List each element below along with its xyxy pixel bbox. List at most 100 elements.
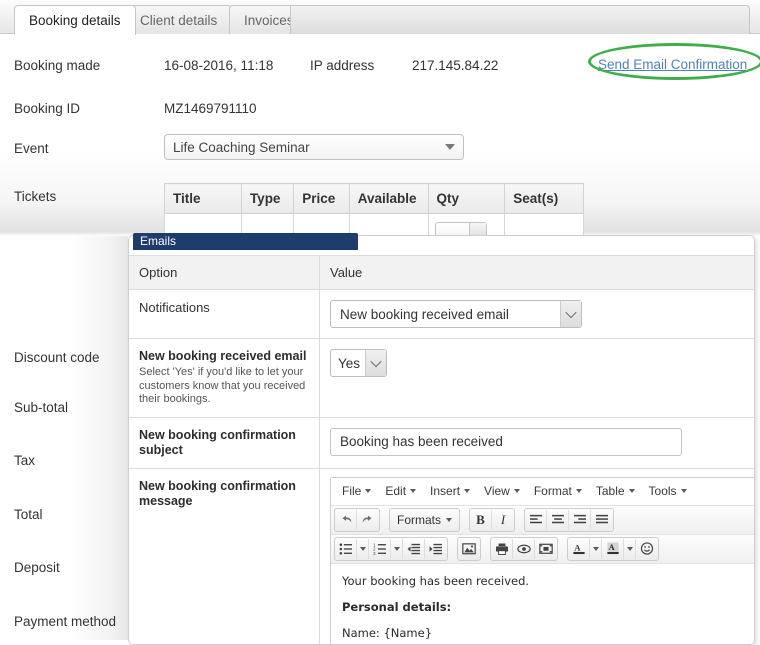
preview-eye-icon[interactable]	[513, 539, 535, 559]
chevron-down-icon	[627, 547, 633, 551]
menu-table[interactable]: Table	[589, 481, 642, 501]
background-color-icon[interactable]: A	[602, 539, 624, 559]
new-booking-received-email-value: Yes	[338, 356, 360, 371]
notifications-select-value: New booking received email	[340, 307, 509, 322]
tab-booking-details[interactable]: Booking details	[14, 5, 136, 35]
chevron-down-icon	[446, 518, 452, 522]
editor-line-name: Name: {Name}	[342, 625, 744, 642]
chevron-down-icon	[394, 547, 400, 551]
tab-label: Booking details	[29, 13, 121, 28]
chevron-down-icon	[445, 144, 455, 150]
chevron-down-icon	[593, 547, 599, 551]
chevron-down-icon[interactable]	[560, 301, 581, 327]
confirmation-subject-input[interactable]: Booking has been received	[330, 428, 682, 456]
menu-label: View	[484, 484, 510, 498]
column-header-type[interactable]: Type	[241, 184, 293, 214]
booking-made-label: Booking made	[14, 58, 100, 73]
svg-text:A: A	[574, 543, 581, 553]
option-label-confirmation-subject: New booking confirmation subject	[139, 428, 309, 458]
bullet-list-dropdown[interactable]	[357, 539, 369, 559]
redo-icon[interactable]	[357, 510, 379, 530]
editor-menubar: File Edit Insert	[331, 478, 755, 506]
option-label-confirmation-message: New booking confirmation message	[139, 479, 309, 509]
print-icon[interactable]	[491, 539, 513, 559]
menu-label: Insert	[430, 484, 460, 498]
column-header-price[interactable]: Price	[294, 184, 349, 214]
notifications-select[interactable]: New booking received email	[330, 300, 582, 328]
editor-line-intro: Your booking has been received.	[342, 573, 744, 590]
alignment-button-group	[524, 508, 614, 532]
column-header-title[interactable]: Title	[165, 184, 242, 214]
tab-label: Client details	[140, 13, 217, 28]
option-cell: Notifications	[129, 290, 320, 339]
event-select[interactable]: Life Coaching Seminar	[164, 134, 464, 160]
column-header-available[interactable]: Available	[349, 184, 428, 214]
chevron-down-icon	[360, 547, 366, 551]
editor-content-area[interactable]: Your booking has been received. Personal…	[331, 564, 755, 645]
formats-dropdown[interactable]: Formats	[390, 510, 459, 530]
menu-file[interactable]: File	[335, 481, 378, 501]
tickets-label: Tickets	[14, 189, 56, 204]
value-cell: Booking has been received	[320, 417, 756, 468]
background-color-dropdown[interactable]	[624, 539, 636, 559]
booking-made-value: 16-08-2016, 11:18	[164, 58, 273, 73]
numbered-list-dropdown[interactable]	[391, 539, 403, 559]
event-select-value: Life Coaching Seminar	[173, 140, 310, 155]
media-icon[interactable]	[535, 539, 557, 559]
outdent-icon[interactable]	[403, 539, 425, 559]
menu-insert[interactable]: Insert	[423, 481, 477, 501]
tab-strip-filler	[290, 5, 750, 34]
option-cell: New booking confirmation message	[129, 468, 320, 645]
align-right-icon[interactable]	[569, 510, 591, 530]
formats-label: Formats	[397, 513, 441, 527]
column-header-qty[interactable]: Qty	[428, 184, 505, 214]
value-cell: File Edit Insert	[320, 468, 756, 645]
send-email-confirmation-link[interactable]: Send Email Confirmation	[598, 57, 747, 72]
numbered-list-icon[interactable]: 123	[369, 539, 391, 559]
column-header-seats[interactable]: Seat(s)	[505, 184, 584, 214]
chevron-down-icon[interactable]	[365, 350, 386, 376]
align-left-icon[interactable]	[525, 510, 547, 530]
bold-button[interactable]: B	[470, 510, 492, 530]
emails-dialog-title: Emails	[133, 233, 358, 250]
option-cell: New booking received email Select 'Yes' …	[129, 339, 320, 418]
chevron-down-icon	[576, 489, 582, 493]
menu-edit[interactable]: Edit	[378, 481, 423, 501]
tab-client-details[interactable]: Client details	[125, 5, 232, 34]
align-justify-icon[interactable]	[591, 510, 613, 530]
options-header-row: Option Value	[129, 256, 755, 290]
undo-icon[interactable]	[335, 510, 357, 530]
sub-total-label: Sub-total	[14, 400, 68, 415]
indent-icon[interactable]	[425, 539, 447, 559]
text-color-icon[interactable]: A	[568, 539, 590, 559]
menu-view[interactable]: View	[477, 481, 527, 501]
text-color-dropdown[interactable]	[590, 539, 602, 559]
menu-label: Table	[596, 484, 625, 498]
bullet-list-icon[interactable]	[335, 539, 357, 559]
confirmation-subject-value: Booking has been received	[340, 434, 503, 449]
column-header-value: Value	[320, 256, 756, 290]
chevron-down-icon	[365, 489, 371, 493]
discount-code-label: Discount code	[14, 350, 100, 365]
editor-toolbar-row-1: Formats B I	[331, 506, 755, 535]
option-row-notifications: Notifications New booking received email	[129, 290, 755, 339]
ip-address-value: 217.145.84.22	[412, 58, 498, 73]
emoticon-icon[interactable]	[636, 539, 658, 559]
editor-heading-personal-details: Personal details:	[342, 599, 744, 616]
history-button-group	[334, 508, 380, 532]
align-center-icon[interactable]	[547, 510, 569, 530]
new-booking-received-email-select[interactable]: Yes	[330, 349, 387, 377]
column-header-option: Option	[129, 256, 320, 290]
option-row-confirmation-subject: New booking confirmation subject Booking…	[129, 417, 755, 468]
image-icon[interactable]	[458, 539, 480, 559]
menu-format[interactable]: Format	[527, 481, 589, 501]
italic-button[interactable]: I	[492, 510, 514, 530]
menu-tools[interactable]: Tools	[642, 481, 694, 501]
chevron-down-icon	[410, 489, 416, 493]
editor-line-email: E-Mail: {Email}	[342, 642, 744, 645]
booking-id-value: MZ1469791110	[164, 101, 257, 116]
value-cell: Yes	[320, 339, 756, 418]
rich-text-editor[interactable]: File Edit Insert	[330, 477, 755, 645]
svg-text:3: 3	[373, 551, 376, 555]
tab-label: Invoices	[244, 13, 294, 28]
